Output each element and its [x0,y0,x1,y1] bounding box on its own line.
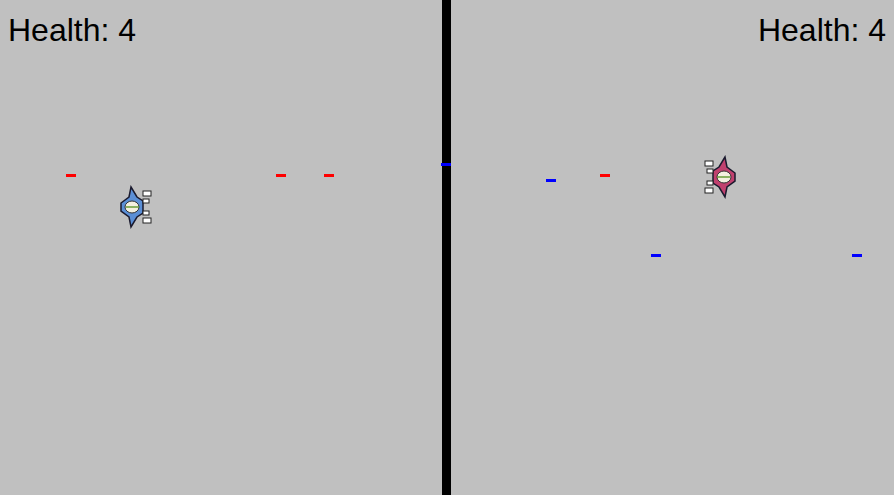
ship-icon [703,155,739,199]
health-label: Health: 4 [758,10,886,50]
playfield [0,0,894,495]
bullet [66,174,76,177]
bullet [441,163,451,166]
bullet [324,174,334,177]
bullet [651,254,661,257]
bullet [276,174,286,177]
right-panel: Health: 4 [451,0,894,495]
bullet [546,179,556,182]
bullet [600,174,610,177]
bullet [852,254,862,257]
left-panel: Health: 4 [0,0,442,495]
game-area: Health: 4 Health: 4 [0,0,894,495]
health-label: Health: 4 [8,10,136,50]
divider [442,0,451,495]
ship-icon [117,185,153,229]
